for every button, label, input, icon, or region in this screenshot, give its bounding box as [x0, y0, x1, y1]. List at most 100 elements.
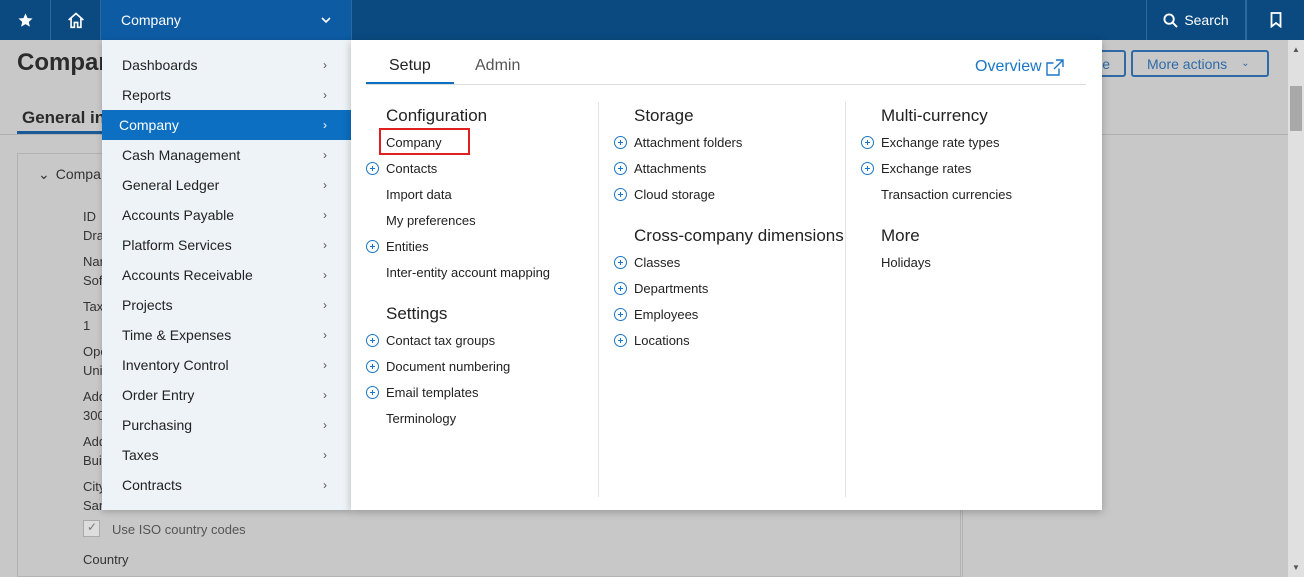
- menu-item-time-expenses[interactable]: Time & Expenses ›: [102, 320, 351, 350]
- search-button[interactable]: Search: [1146, 0, 1246, 40]
- link-holidays[interactable]: Holidays: [881, 255, 931, 270]
- add-location-icon[interactable]: [614, 334, 627, 347]
- link-contacts[interactable]: Contacts: [386, 161, 437, 176]
- tabs-divider: [366, 84, 1086, 85]
- add-document-numbering-icon[interactable]: [366, 360, 379, 373]
- menu-item-accounts-receivable[interactable]: Accounts Receivable ›: [102, 260, 351, 290]
- menu-item-purchasing[interactable]: Purchasing ›: [102, 410, 351, 440]
- link-my-preferences[interactable]: My preferences: [386, 213, 476, 228]
- link-transaction-currencies[interactable]: Transaction currencies: [881, 187, 1012, 202]
- link-cloud-storage[interactable]: Cloud storage: [634, 187, 715, 202]
- link-company[interactable]: Company: [386, 135, 442, 150]
- link-classes[interactable]: Classes: [634, 255, 680, 270]
- add-attachment-folder-icon[interactable]: [614, 136, 627, 149]
- field-value: Sof: [83, 273, 103, 288]
- field-label: ID: [83, 209, 96, 224]
- multi-currency-heading: Multi-currency: [881, 106, 988, 125]
- column-divider: [598, 102, 599, 497]
- chevron-right-icon: ›: [323, 88, 327, 102]
- link-document-numbering[interactable]: Document numbering: [386, 359, 510, 374]
- tab-admin[interactable]: Admin: [475, 57, 520, 85]
- chevron-right-icon: ›: [323, 418, 327, 432]
- link-entities[interactable]: Entities: [386, 239, 429, 254]
- add-entity-icon[interactable]: [366, 240, 379, 253]
- link-email-templates[interactable]: Email templates: [386, 385, 478, 400]
- bookmark-button[interactable]: [1246, 0, 1304, 40]
- add-department-icon[interactable]: [614, 282, 627, 295]
- category-menu: Dashboards › Reports › Company › Cash Manag…: [102, 40, 351, 510]
- add-cloud-storage-icon[interactable]: [614, 188, 627, 201]
- column-divider: [845, 102, 846, 497]
- add-contact-icon[interactable]: [366, 162, 379, 175]
- page-title: Compar: [17, 49, 108, 76]
- scroll-thumb[interactable]: [1290, 86, 1302, 131]
- chevron-down-icon: ⌄: [38, 166, 50, 182]
- link-employees[interactable]: Employees: [634, 307, 698, 322]
- add-email-template-icon[interactable]: [366, 386, 379, 399]
- chevron-down-icon: [321, 17, 331, 24]
- home-button[interactable]: [51, 0, 101, 40]
- tab-setup[interactable]: Setup: [366, 57, 454, 85]
- link-exchange-rate-types[interactable]: Exchange rate types: [881, 135, 1000, 150]
- menu-item-general-ledger[interactable]: General Ledger ›: [102, 170, 351, 200]
- field-value: Uni: [83, 363, 103, 378]
- company-menu-label: Company: [121, 12, 181, 28]
- menu-item-platform-services[interactable]: Platform Services ›: [102, 230, 351, 260]
- settings-heading: Settings: [386, 304, 448, 323]
- menu-item-accounts-payable[interactable]: Accounts Payable ›: [102, 200, 351, 230]
- link-terminology[interactable]: Terminology: [386, 411, 456, 426]
- link-inter-entity-mapping[interactable]: Inter-entity account mapping: [386, 265, 550, 280]
- section-toggle[interactable]: ⌄ Compa: [38, 166, 101, 183]
- company-menu-button[interactable]: Company: [101, 0, 352, 40]
- search-label: Search: [1184, 12, 1229, 28]
- chevron-right-icon: ›: [323, 148, 327, 162]
- chevron-right-icon: ›: [323, 208, 327, 222]
- chevron-right-icon: ›: [323, 388, 327, 402]
- favorites-button[interactable]: [0, 0, 51, 40]
- home-icon: [67, 12, 84, 29]
- link-attachment-folders[interactable]: Attachment folders: [634, 135, 742, 150]
- field-label: Nar: [83, 254, 104, 269]
- menu-item-contracts[interactable]: Contracts ›: [102, 470, 351, 500]
- star-icon: [17, 12, 33, 27]
- add-employee-icon[interactable]: [614, 308, 627, 321]
- link-contact-tax-groups[interactable]: Contact tax groups: [386, 333, 495, 348]
- chevron-right-icon: ›: [323, 268, 327, 282]
- chevron-right-icon: ›: [323, 58, 327, 72]
- menu-item-taxes[interactable]: Taxes ›: [102, 440, 351, 470]
- scroll-up-icon[interactable]: ▲: [1290, 44, 1302, 56]
- menu-item-cash-management[interactable]: Cash Management ›: [102, 140, 351, 170]
- chevron-right-icon: ›: [323, 238, 327, 252]
- add-attachment-icon[interactable]: [614, 162, 627, 175]
- more-actions-button[interactable]: More actions ⌄: [1131, 50, 1269, 77]
- link-exchange-rates[interactable]: Exchange rates: [881, 161, 971, 176]
- menu-item-projects[interactable]: Projects ›: [102, 290, 351, 320]
- link-attachments[interactable]: Attachments: [634, 161, 706, 176]
- link-locations[interactable]: Locations: [634, 333, 690, 348]
- menu-item-company[interactable]: Company ›: [102, 110, 351, 140]
- tab-general-info[interactable]: General in: [17, 108, 112, 134]
- configuration-heading: Configuration: [386, 106, 488, 125]
- check-icon: ✓: [87, 520, 98, 534]
- field-value: 1: [83, 318, 91, 333]
- add-exchange-rate-type-icon[interactable]: [861, 136, 874, 149]
- overview-link[interactable]: Overview: [975, 58, 1064, 76]
- field-value: Bui: [83, 453, 102, 468]
- iso-country-checkbox[interactable]: ✓: [83, 520, 100, 537]
- add-exchange-rate-icon[interactable]: [861, 162, 874, 175]
- chevron-right-icon: ›: [323, 298, 327, 312]
- menu-item-reports[interactable]: Reports ›: [102, 80, 351, 110]
- link-import-data[interactable]: Import data: [386, 187, 452, 202]
- search-icon: [1163, 12, 1179, 28]
- cross-company-heading: Cross-company dimensions: [634, 226, 844, 245]
- add-class-icon[interactable]: [614, 256, 627, 269]
- menu-item-inventory-control[interactable]: Inventory Control ›: [102, 350, 351, 380]
- chevron-right-icon: ›: [323, 448, 327, 462]
- link-departments[interactable]: Departments: [634, 281, 708, 296]
- menu-item-order-entry[interactable]: Order Entry ›: [102, 380, 351, 410]
- external-link-icon: [1045, 58, 1064, 76]
- scroll-down-icon[interactable]: ▼: [1290, 562, 1302, 574]
- more-heading: More: [881, 226, 920, 245]
- menu-item-dashboards[interactable]: Dashboards ›: [102, 50, 351, 80]
- add-contact-tax-group-icon[interactable]: [366, 334, 379, 347]
